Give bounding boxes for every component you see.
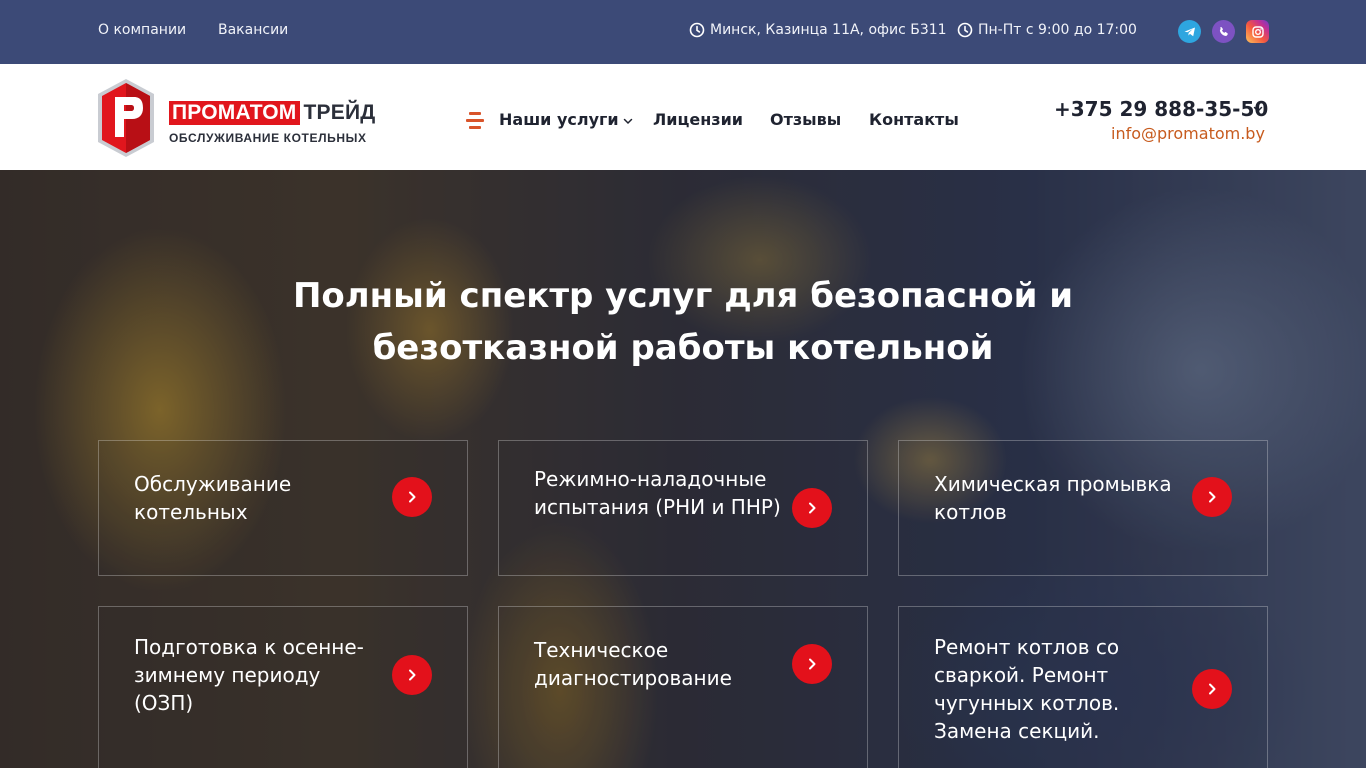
service-card-title: Режимно-наладочные испытания (РНИ и ПНР) xyxy=(534,467,781,519)
hero-section: Полный спектр услуг для безопасной и без… xyxy=(0,170,1366,768)
logo-wordmark: ПРОМАТОМ ТРЕЙД xyxy=(169,101,375,125)
email-link[interactable]: info@promatom.by xyxy=(1111,124,1265,143)
service-card[interactable]: Ремонт котлов со сваркой. Ремонт чугунны… xyxy=(898,606,1268,768)
service-card-title: Химическая промывка котлов xyxy=(934,472,1172,524)
hero-title: Полный спектр услуг для безопасной и без… xyxy=(0,270,1366,374)
chevron-down-icon[interactable] xyxy=(1253,104,1263,114)
logo-brand-red: ПРОМАТОМ xyxy=(169,101,300,125)
address-info: Минск, Казинца 11А, офис Б311 xyxy=(689,22,947,38)
service-card[interactable]: Техническое диагностирование xyxy=(498,606,868,768)
service-card-title: Обслуживание котельных xyxy=(134,472,292,524)
address-text: Минск, Казинца 11А, офис Б311 xyxy=(710,22,947,38)
viber-icon[interactable] xyxy=(1212,20,1235,43)
arrow-right-icon[interactable] xyxy=(392,655,432,695)
instagram-icon[interactable] xyxy=(1246,20,1269,43)
nav-item-licenses[interactable]: Лицензии xyxy=(653,110,743,129)
service-card[interactable]: Подготовка к осенне-зимнему периоду (ОЗП… xyxy=(98,606,468,768)
hours-text: Пн-Пт с 9:00 до 17:00 xyxy=(978,22,1137,38)
hero-title-line-1: Полный спектр услуг для безопасной и xyxy=(292,276,1074,316)
service-card-title: Ремонт котлов со сваркой. Ремонт чугунны… xyxy=(934,635,1120,743)
topbar-link-vacancies[interactable]: Вакансии xyxy=(218,22,288,38)
telegram-icon[interactable] xyxy=(1178,20,1201,43)
site-header: ПРОМАТОМ ТРЕЙД ОБСЛУЖИВАНИЕ КОТЕЛЬНЫХ На… xyxy=(0,64,1366,170)
logo-brand-dark: ТРЕЙД xyxy=(303,101,376,124)
arrow-right-icon[interactable] xyxy=(392,477,432,517)
hero-title-line-2: безотказной работы котельной xyxy=(372,328,994,368)
logo-tagline: ОБСЛУЖИВАНИЕ КОТЕЛЬНЫХ xyxy=(169,131,367,145)
clock-icon xyxy=(957,22,973,38)
nav-item-contacts[interactable]: Контакты xyxy=(869,110,959,129)
service-card-title: Подготовка к осенне-зимнему периоду (ОЗП… xyxy=(134,635,364,715)
company-logo[interactable]: ПРОМАТОМ ТРЕЙД ОБСЛУЖИВАНИЕ КОТЕЛЬНЫХ xyxy=(98,79,375,157)
hours-info: Пн-Пт с 9:00 до 17:00 xyxy=(957,22,1137,38)
top-bar: О компании Вакансии Минск, Казинца 11А, … xyxy=(0,0,1366,64)
arrow-right-icon[interactable] xyxy=(1192,477,1232,517)
service-card[interactable]: Обслуживание котельных xyxy=(98,440,468,576)
logo-mark-icon xyxy=(98,79,154,157)
topbar-link-about[interactable]: О компании xyxy=(98,22,186,38)
clock-icon xyxy=(689,22,705,38)
nav-item-reviews[interactable]: Отзывы xyxy=(770,110,841,129)
arrow-right-icon[interactable] xyxy=(1192,669,1232,709)
chevron-down-icon[interactable] xyxy=(623,116,633,126)
nav-item-services[interactable]: Наши услуги xyxy=(499,110,619,129)
service-card[interactable]: Химическая промывка котлов xyxy=(898,440,1268,576)
arrow-right-icon[interactable] xyxy=(792,488,832,528)
arrow-right-icon[interactable] xyxy=(792,644,832,684)
phone-number[interactable]: +375 29 888-35-50 xyxy=(1054,97,1268,121)
service-card-title: Техническое диагностирование xyxy=(534,638,732,690)
menu-icon[interactable] xyxy=(466,112,484,130)
service-card[interactable]: Режимно-наладочные испытания (РНИ и ПНР) xyxy=(498,440,868,576)
